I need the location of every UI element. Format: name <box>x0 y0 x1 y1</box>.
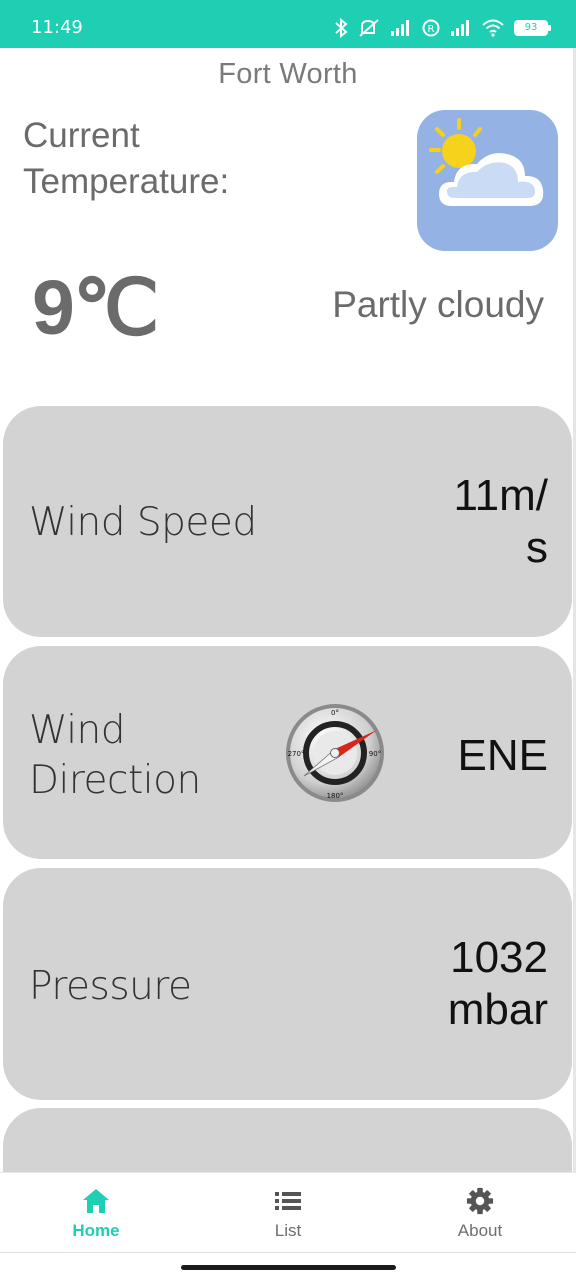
nav-about-label: About <box>457 1221 503 1240</box>
wind-speed-card: Wind Speed 11m/ s <box>3 406 572 637</box>
partly-cloudy-icon <box>417 110 558 251</box>
svg-text:R: R <box>428 24 435 35</box>
condition-text: Partly cloudy <box>332 284 544 325</box>
gesture-bar <box>0 1252 576 1280</box>
status-icons: R 93 <box>334 14 551 42</box>
signal-icon <box>391 20 409 36</box>
compass-mark: 0° <box>331 709 339 717</box>
nav-list-label: List <box>274 1221 302 1240</box>
home-indicator[interactable] <box>181 1265 396 1270</box>
home-icon <box>83 1189 109 1213</box>
roaming-icon: R <box>422 19 440 37</box>
pressure-label: Pressure <box>29 964 192 1009</box>
pressure-card: Pressure 1032 mbar <box>3 868 572 1100</box>
nav-list[interactable]: List <box>192 1173 384 1252</box>
bottom-navigation: Home List About <box>0 1172 576 1252</box>
compass-icon: 0° 90° 180° 270° <box>286 704 384 802</box>
wifi-icon <box>482 19 504 37</box>
bluetooth-icon <box>335 18 348 38</box>
wind-direction-label-line1: Wind <box>29 708 126 753</box>
compass-mark: 90° <box>369 750 381 758</box>
temperature-value: 9℃ <box>32 265 159 351</box>
wind-direction-label-line2: Direction <box>29 758 201 803</box>
wind-speed-label: Wind Speed <box>29 500 257 545</box>
pressure-value: 1032 mbar <box>448 932 548 1036</box>
list-icon <box>275 1192 301 1210</box>
status-bar: 11:49 R 93 <box>0 0 576 48</box>
battery-icon: 93 <box>514 20 551 36</box>
mute-vibrate-icon <box>359 19 379 37</box>
current-temperature-label: Current Temperature: <box>23 116 230 201</box>
compass-mark: 270° <box>288 750 305 758</box>
wind-speed-value-line2: s <box>526 523 548 572</box>
pressure-value-line2: mbar <box>447 985 548 1034</box>
wind-direction-value: ENE <box>457 731 548 780</box>
gear-icon <box>466 1187 494 1215</box>
compass-mark: 180° <box>327 792 344 800</box>
nav-home[interactable]: Home <box>0 1173 192 1252</box>
pressure-value-line1: 1032 <box>450 933 548 982</box>
city-title: Fort Worth <box>218 58 358 90</box>
wind-speed-value: 11m/ s <box>453 470 548 574</box>
nav-home-label: Home <box>72 1221 120 1240</box>
nav-about[interactable]: About <box>384 1173 576 1252</box>
wind-direction-label: Wind Direction <box>29 706 201 806</box>
signal-icon <box>451 20 469 36</box>
status-time: 11:49 <box>31 17 83 38</box>
wind-speed-value-line1: 11m/ <box>453 471 548 520</box>
